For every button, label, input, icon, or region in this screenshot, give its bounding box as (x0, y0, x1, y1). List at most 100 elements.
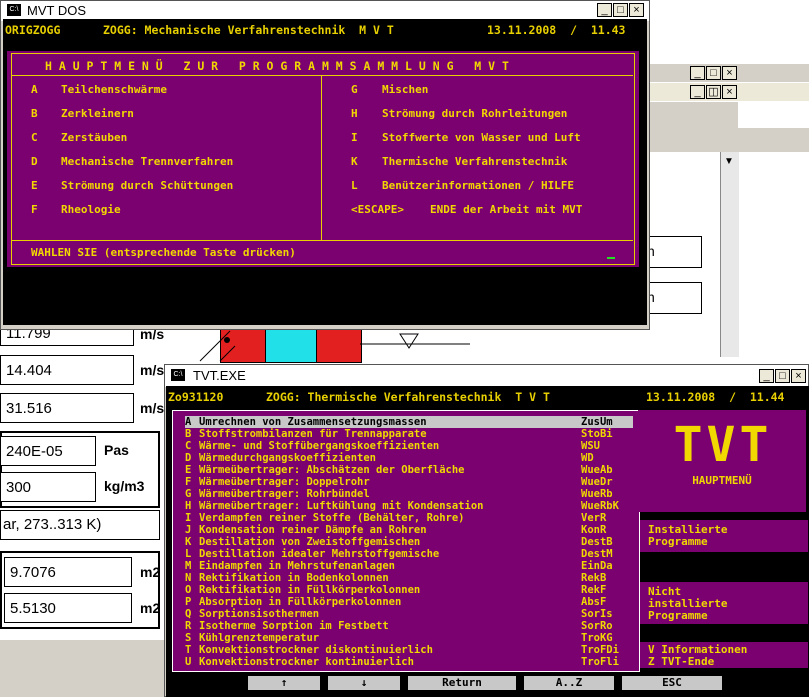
program-code: RekB (581, 572, 607, 584)
program-key: T (185, 644, 192, 656)
condition-dropdown[interactable]: ar, 273..313 K) (0, 510, 160, 540)
maximize-icon[interactable]: □ (706, 66, 721, 80)
program-label: Wärmeübertrager: Doppelrohr (199, 476, 370, 488)
program-key: H (185, 500, 192, 512)
escape-button[interactable]: ESC (622, 676, 722, 690)
program-key: G (185, 488, 192, 500)
minimize-icon[interactable]: _ (690, 85, 705, 99)
program-item-q[interactable]: Q Sorptionsisothermen SorIs (185, 608, 633, 620)
header-datetime: 13.11.2008 / 11.43 (487, 23, 626, 37)
mvt-console[interactable]: ORIGZOGG ZOGG: Mechanische Verfahrenstec… (3, 19, 647, 325)
area-field-2[interactable]: 5.5130 (4, 593, 132, 623)
program-code: TroKG (581, 632, 613, 644)
close-icon[interactable]: × (629, 3, 644, 17)
tvt-console[interactable]: Zo931120 ZOGG: Thermische Verfahrenstech… (166, 386, 809, 697)
program-item-c[interactable]: C Wärme- und Stoffübergangskoeffizienten W… (185, 440, 633, 452)
program-item-k[interactable]: K Destillation von Zweistoffgemischen Dest… (185, 536, 633, 548)
program-item-g[interactable]: G Wärmeübertrager: Rohrbündel WueRb (185, 488, 633, 500)
velocity-field-2[interactable]: 14.404 (0, 355, 134, 385)
program-code: EinDa (581, 560, 613, 572)
return-button[interactable]: Return (408, 676, 516, 690)
main-menu: H A U P T M E N Ü Z U R P R O G R A M M … (7, 51, 639, 267)
menu-item-f[interactable]: F Rheologie (31, 203, 311, 216)
program-list: A Umrechnen von Zusammensetzungsmassen Zus… (172, 410, 640, 672)
menu-title: H A U P T M E N Ü Z U R P R O G R A M M … (45, 59, 509, 73)
program-key: S (185, 632, 192, 644)
divider (12, 240, 633, 241)
menu-item-k[interactable]: K Thermische Verfahrenstechnik (351, 155, 631, 168)
program-item-a[interactable]: A Umrechnen von Zusammensetzungsmassen Zus… (185, 416, 633, 428)
program-label: Wärmeübertrager: Abschätzen der Oberfläc… (199, 464, 465, 476)
restore-icon[interactable]: ◫ (706, 85, 721, 99)
maximize-icon[interactable]: □ (613, 3, 628, 17)
divider (12, 75, 633, 76)
minimize-icon[interactable]: _ (690, 66, 705, 80)
program-key: B (185, 428, 192, 440)
program-label: Konvektionstrockner diskontinuierlich (199, 644, 433, 656)
program-item-e[interactable]: E Wärmeübertrager: Abschätzen der Oberflä… (185, 464, 633, 476)
program-item-d[interactable]: D Wärmedurchgangskoeffizienten WD (185, 452, 633, 464)
program-code: WueRbK (581, 500, 619, 512)
program-item-f[interactable]: F Wärmeübertrager: Doppelrohr WueDr (185, 476, 633, 488)
menu-item-h[interactable]: H Strömung durch Rohrleitungen (351, 107, 631, 120)
close-icon[interactable]: × (722, 85, 737, 99)
tvt-titlebar[interactable]: C:\ TVT.EXE _ □ × (165, 365, 808, 387)
program-item-s[interactable]: S Kühlgrenztemperatur TroKG (185, 632, 633, 644)
program-item-m[interactable]: M Eindampfen in Mehrstufenanlagen EinDa (185, 560, 633, 572)
menu-item-b[interactable]: B Zerkleinern (31, 107, 311, 120)
program-item-o[interactable]: O Rektifikation in Füllkörperkolonnen RekF (185, 584, 633, 596)
window-title: TVT.EXE (193, 368, 246, 383)
viscosity-field[interactable]: 240E-05 (0, 436, 96, 466)
program-code: StoBi (581, 428, 613, 440)
program-item-p[interactable]: P Absorption in Füllkörperkolonnen AbsF (185, 596, 633, 608)
program-key: Q (185, 608, 192, 620)
menu-item-a[interactable]: A Teilchenschwärme (31, 83, 311, 96)
maximize-icon[interactable]: □ (775, 369, 790, 383)
minimize-icon[interactable]: _ (597, 3, 612, 17)
end-option[interactable]: Z TVT-Ende (640, 656, 808, 668)
menu-item-i[interactable]: I Stoffwerte von Wasser und Luft (351, 131, 631, 144)
program-code: KonR (581, 524, 607, 536)
down-arrow-button[interactable]: ↓ (328, 676, 400, 690)
program-item-b[interactable]: B Stoffstrombilanzen für Trennapparate Sto… (185, 428, 633, 440)
program-item-h[interactable]: H Wärmeübertrager: Luftkühlung mit Konden… (185, 500, 633, 512)
program-key: P (185, 596, 192, 608)
menu-item-e[interactable]: E Strömung durch Schüttungen (31, 179, 311, 192)
background-panel (646, 128, 809, 152)
menu-item-l[interactable]: L Benützerinformationen / HILFE (351, 179, 631, 192)
menu-item-escape[interactable]: <ESCAPE> ENDE der Arbeit mit MVT (351, 203, 631, 216)
program-label: Destillation idealer Mehrstoffgemische (199, 548, 440, 560)
a-z-button[interactable]: A..Z (524, 676, 614, 690)
velocity-field-3[interactable]: 31.516 (0, 393, 134, 423)
program-item-u[interactable]: U Konvektionstrockner kontinuierlich TroFl… (185, 656, 633, 668)
program-item-l[interactable]: L Destillation idealer Mehrstoffgemische D… (185, 548, 633, 560)
scroll-down-icon[interactable]: ▼ (724, 156, 734, 167)
program-item-i[interactable]: I Verdampfen reiner Stoffe (Behälter, Roh… (185, 512, 633, 524)
area-field-1[interactable]: 9.7076 (4, 557, 132, 587)
program-item-n[interactable]: N Rektifikation in Bodenkolonnen RekB (185, 572, 633, 584)
close-icon[interactable]: × (791, 369, 806, 383)
menu-item-c[interactable]: C Zerstäuben (31, 131, 311, 144)
program-code: RekF (581, 584, 607, 596)
scrollbar[interactable] (720, 152, 739, 357)
density-field[interactable]: 300 (0, 472, 96, 502)
program-item-j[interactable]: J Kondensation reiner Dämpfe an Rohren Kon… (185, 524, 633, 536)
menu-item-d[interactable]: D Mechanische Trennverfahren (31, 155, 311, 168)
program-code: DestM (581, 548, 613, 560)
program-key: J (185, 524, 192, 536)
program-key: O (185, 584, 192, 596)
installed-programs[interactable]: Installierte Programme (640, 520, 808, 552)
info-option[interactable]: V Informationen (640, 642, 808, 656)
program-item-r[interactable]: R Isotherme Sorption im Festbett SorRo (185, 620, 633, 632)
program-key: R (185, 620, 192, 632)
minimize-icon[interactable]: _ (759, 369, 774, 383)
menu-item-g[interactable]: G Mischen (351, 83, 631, 96)
not-installed-programs[interactable]: Nicht installierte Programme (640, 582, 808, 624)
program-item-t[interactable]: T Konvektionstrockner diskontinuierlich Tr… (185, 644, 633, 656)
program-label: Absorption in Füllkörperkolonnen (199, 596, 402, 608)
mvt-titlebar[interactable]: C:\ MVT DOS _ □ × (1, 1, 649, 21)
up-arrow-button[interactable]: ↑ (248, 676, 320, 690)
program-label: Rektifikation in Füllkörperkolonnen (199, 584, 421, 596)
unit-label: kg/m3 (104, 478, 145, 494)
close-icon[interactable]: × (722, 66, 737, 80)
